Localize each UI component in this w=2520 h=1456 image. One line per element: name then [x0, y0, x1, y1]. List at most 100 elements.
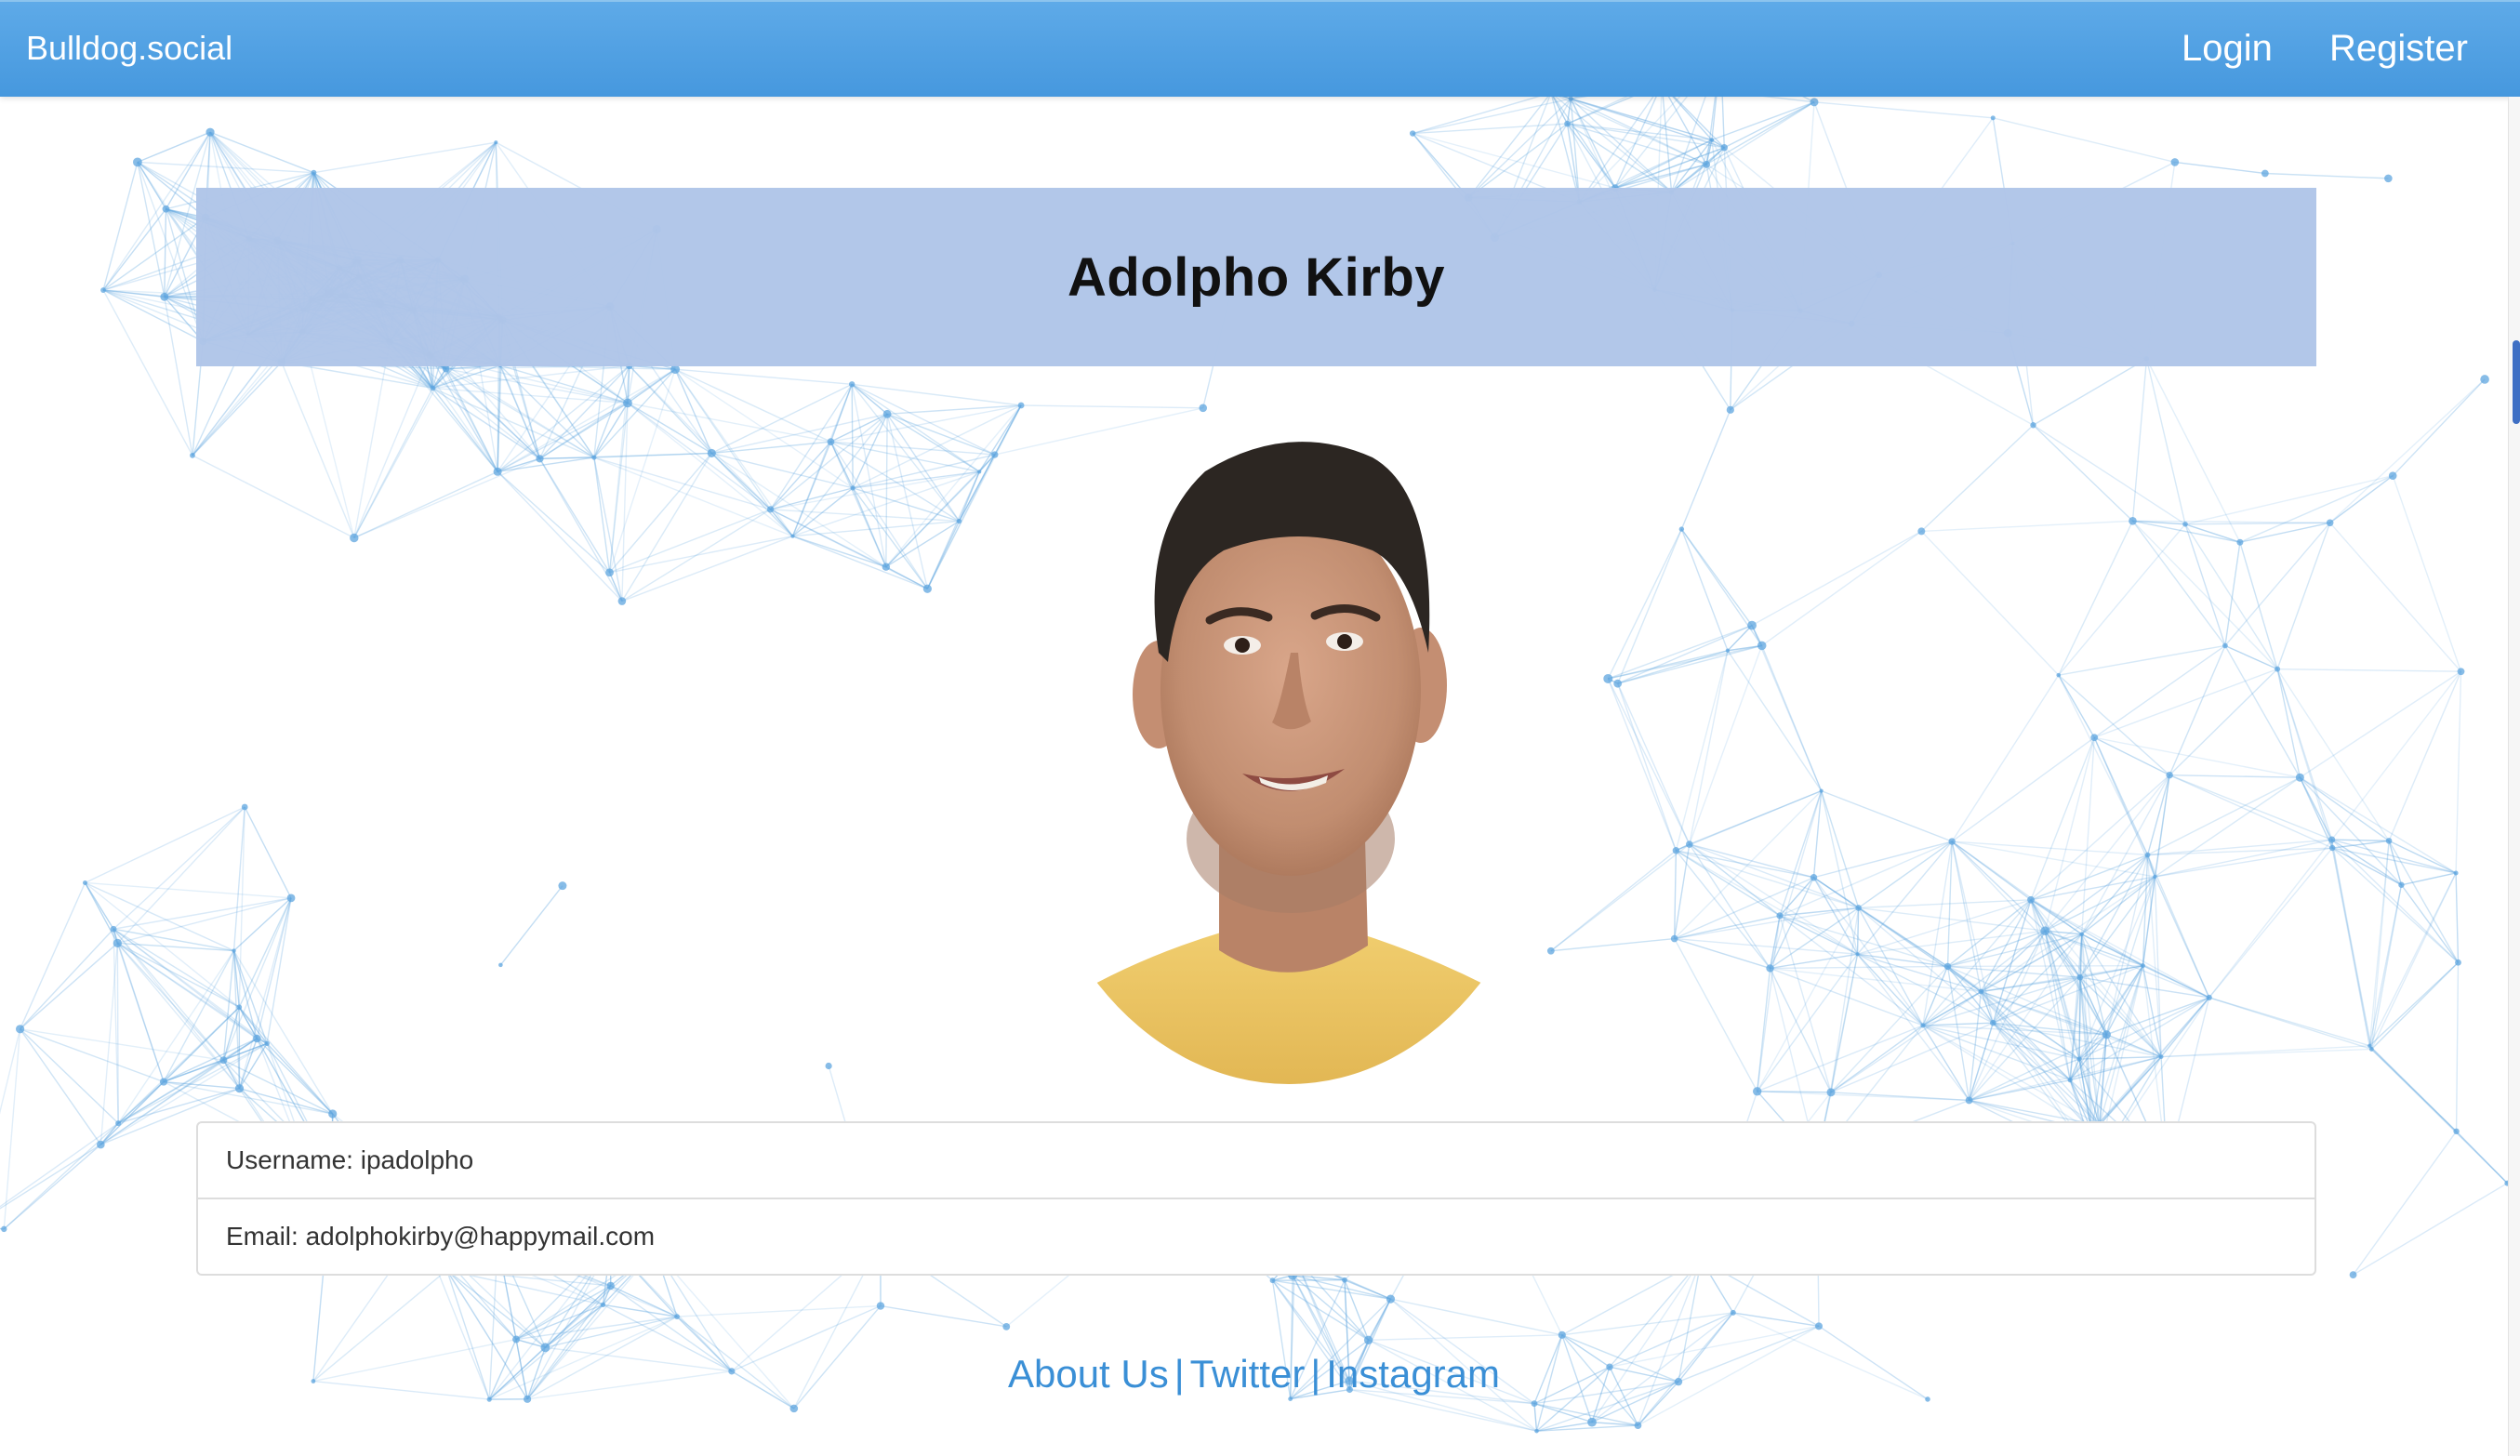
network-node [132, 157, 142, 167]
instagram-link[interactable]: Instagram [1326, 1352, 1500, 1396]
network-line [886, 413, 961, 522]
network-line [353, 341, 391, 538]
network-node [1587, 1417, 1597, 1427]
network-node [2349, 1271, 2357, 1279]
network-node [1568, 96, 1573, 101]
network-node [977, 470, 982, 474]
network-line [1813, 101, 1994, 119]
network-line [627, 402, 793, 537]
network-line [2299, 670, 2461, 778]
network-node [536, 455, 544, 463]
network-line [880, 1304, 1007, 1328]
network-line [1412, 92, 1552, 135]
network-line [1779, 915, 1924, 1026]
network-node [1776, 912, 1784, 920]
network-line [2455, 962, 2460, 1132]
network-node [2398, 881, 2405, 888]
network-node [2453, 870, 2459, 876]
network-line [2299, 776, 2390, 841]
network-node [1670, 934, 1678, 943]
network-node [1725, 648, 1731, 653]
network-line [20, 1028, 119, 1124]
network-node [1634, 1422, 1642, 1429]
twitter-link[interactable]: Twitter [1190, 1352, 1306, 1396]
network-node [2328, 836, 2336, 843]
network-line [102, 162, 139, 291]
network-line [2185, 522, 2330, 525]
network-line [2329, 378, 2486, 523]
network-node [882, 409, 892, 418]
network-line [851, 383, 961, 522]
network-line [1674, 907, 1859, 940]
network-node [1709, 138, 1715, 142]
network-line [1723, 101, 1815, 149]
network-node [827, 438, 835, 446]
network-line [2368, 872, 2457, 1047]
register-link[interactable]: Register [2329, 26, 2468, 71]
network-line [853, 470, 980, 489]
network-line [1821, 789, 1953, 842]
network-node [2030, 422, 2036, 429]
network-node [1814, 1322, 1823, 1330]
network-node [2295, 773, 2304, 782]
network-line [1770, 965, 1948, 970]
network-line [1920, 424, 2034, 532]
network-line [2033, 424, 2133, 522]
footer-separator: | [1174, 1352, 1185, 1396]
network-line [1680, 528, 1753, 627]
network-line [1368, 1298, 1392, 1341]
profile-info-list: Username: ipadolpho Email: adolphokirby@… [196, 1121, 2316, 1276]
network-node [1819, 788, 1824, 793]
network-line [313, 141, 497, 174]
vertical-scrollbar[interactable] [2508, 97, 2520, 1456]
network-line [2080, 737, 2095, 934]
network-line [1751, 625, 1823, 791]
network-node [882, 563, 891, 571]
scrollbar-thumb[interactable] [2513, 340, 2520, 424]
network-line [2455, 872, 2460, 963]
network-line [2045, 930, 2143, 967]
network-line [885, 404, 1022, 568]
network-node [1613, 679, 1623, 688]
network-node [236, 1004, 243, 1011]
network-node [2027, 895, 2035, 904]
network-line [2368, 841, 2390, 1046]
network-node [1342, 1277, 1347, 1283]
network-line [1727, 650, 1823, 792]
network-node [286, 893, 296, 903]
login-link[interactable]: Login [2182, 26, 2273, 71]
network-line [2174, 161, 2265, 175]
network-node [1386, 1294, 1396, 1304]
network-node [2144, 852, 2151, 858]
network-line [1920, 530, 2060, 676]
network-node [2182, 521, 2188, 527]
network-node [1978, 988, 1984, 995]
network-node [991, 451, 999, 458]
network-line [2033, 424, 2186, 525]
network-node [2453, 1128, 2460, 1135]
brand-link[interactable]: Bulldog.social [26, 28, 232, 69]
about-us-link[interactable]: About Us [1008, 1352, 1169, 1396]
network-line [1770, 953, 1858, 970]
network-node [2384, 174, 2393, 183]
network-line [102, 289, 193, 457]
network-node [1720, 144, 1728, 152]
network-node [2102, 1030, 2111, 1039]
network-line [2094, 736, 2301, 778]
network-node [1752, 1087, 1762, 1096]
profile-title-banner: Adolpho Kirby [196, 188, 2316, 366]
network-node [1855, 905, 1862, 911]
network-line [792, 536, 887, 568]
network-line [885, 414, 888, 567]
network-line [2033, 358, 2147, 426]
network-node [2153, 874, 2157, 880]
network-node [493, 467, 502, 476]
username-value: ipadolpho [360, 1145, 474, 1174]
network-line [621, 509, 771, 602]
network-line [353, 388, 433, 538]
network-line [2131, 358, 2148, 522]
network-node [1002, 1322, 1011, 1330]
network-node [1534, 1428, 1539, 1434]
network-node [789, 1404, 799, 1413]
network-line [446, 1269, 517, 1341]
